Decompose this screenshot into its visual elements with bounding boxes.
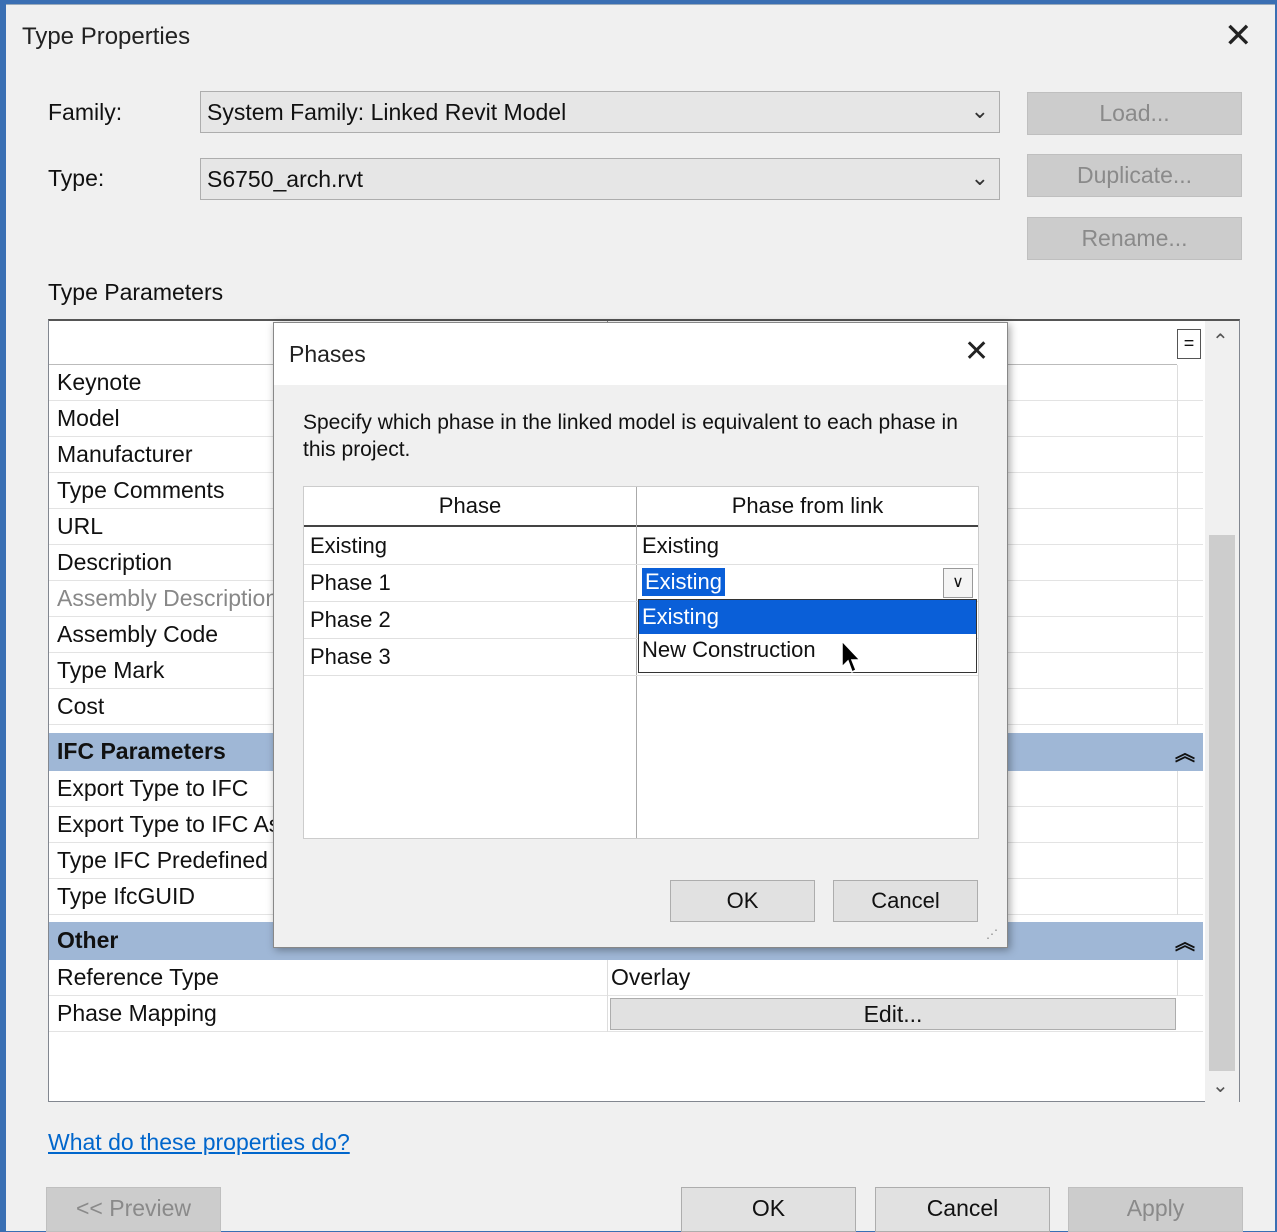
chevron-down-icon[interactable]: ∨ bbox=[943, 568, 973, 598]
type-value: S6750_arch.rvt bbox=[207, 166, 363, 192]
cell-divider bbox=[1177, 879, 1178, 915]
cell-divider bbox=[1177, 581, 1178, 617]
param-name: Description bbox=[57, 549, 173, 575]
link-phase-cell[interactable]: Existing bbox=[642, 533, 719, 559]
close-icon[interactable]: ✕ bbox=[1224, 19, 1253, 53]
table-row[interactable]: Existing Existing bbox=[304, 528, 978, 565]
param-name: Model bbox=[57, 405, 120, 431]
collapse-up-icon[interactable]: ︽ bbox=[1175, 737, 1195, 766]
type-select[interactable]: S6750_arch.rvt ⌄ bbox=[200, 158, 1000, 200]
cell-divider bbox=[1177, 365, 1178, 401]
scrollbar-thumb[interactable] bbox=[1209, 535, 1235, 1071]
param-name: Keynote bbox=[57, 369, 142, 395]
preview-button[interactable]: << Preview bbox=[46, 1187, 221, 1232]
link-phase-select[interactable]: Existing ∨ bbox=[640, 567, 975, 600]
reference-type-value[interactable]: Overlay bbox=[611, 964, 690, 991]
phase-cell: Phase 3 bbox=[310, 644, 391, 669]
rename-button[interactable]: Rename... bbox=[1027, 217, 1242, 260]
phase-mapping-edit-button[interactable]: Edit... bbox=[610, 998, 1176, 1030]
param-name: Manufacturer bbox=[57, 441, 193, 467]
param-name: Assembly Description bbox=[57, 585, 279, 611]
phases-title-bar: Phases ✕ bbox=[274, 323, 1007, 385]
phases-title: Phases bbox=[289, 341, 366, 367]
type-parameters-label: Type Parameters bbox=[48, 279, 224, 305]
dialog-title: Type Properties bbox=[22, 23, 191, 50]
cell-divider bbox=[1177, 473, 1178, 509]
group-title: IFC Parameters bbox=[57, 738, 226, 764]
family-value: System Family: Linked Revit Model bbox=[207, 99, 567, 125]
dropdown-option[interactable]: Existing bbox=[639, 600, 976, 634]
duplicate-button[interactable]: Duplicate... bbox=[1027, 154, 1242, 197]
type-label: Type: bbox=[48, 165, 105, 191]
cell-divider bbox=[1177, 509, 1178, 545]
ok-button[interactable]: OK bbox=[681, 1187, 856, 1232]
cell-divider bbox=[607, 996, 608, 1032]
param-row[interactable]: Phase Mapping Edit... bbox=[49, 996, 1203, 1032]
phases-dialog: Phases ✕ Specify which phase in the link… bbox=[273, 322, 1008, 948]
cell-divider bbox=[1177, 617, 1178, 653]
cancel-button[interactable]: Cancel bbox=[875, 1187, 1050, 1232]
param-row[interactable]: Reference Type Overlay bbox=[49, 960, 1203, 996]
cell-divider bbox=[1177, 653, 1178, 689]
scroll-up-icon[interactable]: ⌃ bbox=[1212, 329, 1229, 354]
help-link[interactable]: What do these properties do? bbox=[48, 1129, 350, 1156]
sort-equal-button[interactable]: = bbox=[1177, 329, 1201, 359]
param-name: Assembly Code bbox=[57, 621, 219, 647]
phases-cancel-button[interactable]: Cancel bbox=[833, 880, 978, 922]
dropdown-option[interactable]: New Construction bbox=[639, 633, 976, 667]
scroll-down-icon[interactable]: ⌄ bbox=[1212, 1073, 1229, 1098]
cell-divider bbox=[607, 960, 608, 996]
mouse-cursor-icon bbox=[841, 639, 862, 674]
phase-cell: Phase 1 bbox=[310, 570, 391, 595]
cell-divider bbox=[1177, 771, 1178, 807]
family-label: Family: bbox=[48, 99, 123, 125]
phase-dropdown-list: Existing New Construction bbox=[638, 599, 977, 673]
vertical-scrollbar[interactable]: ⌃ ⌄ bbox=[1205, 321, 1239, 1102]
param-name: Type Comments bbox=[57, 477, 225, 503]
param-name: Phase Mapping bbox=[57, 1000, 217, 1026]
load-button[interactable]: Load... bbox=[1027, 92, 1242, 135]
cell-divider bbox=[1177, 960, 1178, 996]
phases-ok-button[interactable]: OK bbox=[670, 880, 815, 922]
cell-divider bbox=[1177, 545, 1178, 581]
family-select[interactable]: System Family: Linked Revit Model ⌄ bbox=[200, 91, 1000, 133]
phase-cell: Existing bbox=[310, 533, 388, 558]
close-icon[interactable]: ✕ bbox=[964, 337, 989, 367]
param-name: Type Mark bbox=[57, 657, 165, 683]
chevron-down-icon: ⌄ bbox=[970, 165, 989, 190]
param-name: Export Type to IFC bbox=[57, 775, 249, 801]
param-name: Cost bbox=[57, 693, 105, 719]
cell-divider bbox=[1177, 689, 1178, 725]
param-name: Export Type to IFC As bbox=[57, 811, 281, 837]
group-title: Other bbox=[57, 927, 119, 953]
cell-divider bbox=[1177, 437, 1178, 473]
resize-grip-icon[interactable]: ⋰ bbox=[986, 927, 998, 941]
param-name: Type IFC Predefined bbox=[57, 847, 268, 873]
phase-cell: Phase 2 bbox=[310, 607, 391, 632]
phases-instruction: Specify which phase in the linked model … bbox=[303, 411, 958, 461]
column-header-phase-from-link: Phase from link bbox=[637, 487, 978, 527]
column-header-phase: Phase bbox=[304, 487, 636, 527]
apply-button[interactable]: Apply bbox=[1068, 1187, 1243, 1232]
selected-value: Existing bbox=[642, 568, 726, 596]
param-name: Type IfcGUID bbox=[57, 883, 196, 909]
cell-divider bbox=[1177, 843, 1178, 879]
table-row[interactable]: Phase 1 Existing ∨ bbox=[304, 565, 978, 602]
chevron-down-icon: ⌄ bbox=[970, 98, 989, 123]
cell-divider bbox=[1177, 401, 1178, 437]
param-name: Reference Type bbox=[57, 964, 219, 990]
param-name: URL bbox=[57, 513, 104, 539]
cell-divider bbox=[1177, 807, 1178, 843]
collapse-up-icon[interactable]: ︽ bbox=[1175, 926, 1195, 955]
